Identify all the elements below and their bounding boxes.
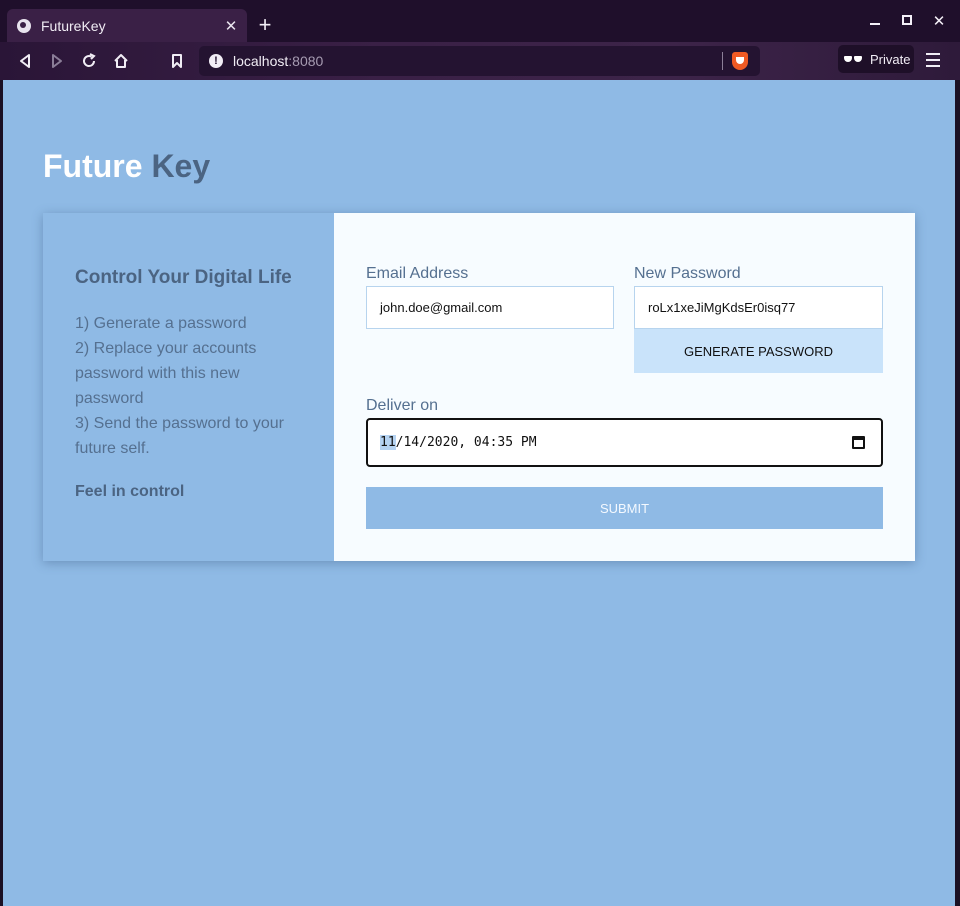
- window-border-right: [955, 80, 960, 906]
- address-bar[interactable]: ! localhost:8080: [199, 46, 760, 76]
- page-viewport: Future Key Control Your Digital Life 1) …: [3, 80, 955, 906]
- submit-button[interactable]: SUBMIT: [366, 487, 883, 529]
- tab-close-icon[interactable]: ✕: [223, 17, 239, 35]
- forward-icon: [52, 54, 62, 68]
- password-field[interactable]: roLx1xeJiMgKdsEr0isq77: [634, 286, 883, 329]
- password-label: New Password: [634, 265, 741, 282]
- window-maximize-button[interactable]: [898, 12, 916, 29]
- deliver-label: Deliver on: [366, 397, 439, 414]
- datetime-month-segment[interactable]: 11: [380, 435, 396, 450]
- brave-shield-icon[interactable]: [732, 52, 748, 70]
- back-icon: [20, 54, 30, 68]
- maximize-icon: [902, 15, 912, 25]
- reload-button[interactable]: [78, 50, 100, 72]
- new-tab-button[interactable]: +: [256, 12, 274, 38]
- email-label: Email Address: [366, 265, 469, 282]
- private-glasses-icon: [844, 56, 862, 62]
- generate-password-button[interactable]: GENERATE PASSWORD: [634, 329, 883, 373]
- info-footer: Feel in control: [75, 483, 185, 500]
- info-steps: 1) Generate a password 2) Replace your a…: [75, 311, 302, 461]
- window-minimize-button[interactable]: [866, 11, 884, 29]
- email-field[interactable]: john.doe@gmail.com: [366, 286, 614, 329]
- info-heading: Control Your Digital Life: [75, 267, 292, 288]
- step-item: 2) Replace your accounts password with t…: [75, 340, 257, 407]
- hamburger-menu-icon[interactable]: [926, 53, 940, 71]
- step-item: 3) Send the password to your future self…: [75, 415, 285, 457]
- home-icon: [114, 54, 128, 68]
- minimize-icon: [870, 23, 880, 25]
- browser-toolbar: ! localhost:8080 Private: [0, 42, 960, 80]
- deliver-datetime-input[interactable]: 11/14/2020, 04:35 PM: [366, 418, 883, 467]
- forward-button[interactable]: [46, 50, 68, 72]
- calendar-icon[interactable]: [852, 436, 865, 449]
- site-info-icon[interactable]: !: [209, 54, 223, 68]
- tab-futurekey[interactable]: FutureKey ✕: [7, 9, 247, 42]
- form-panel: Email Address john.doe@gmail.com New Pas…: [334, 213, 915, 561]
- private-window-button[interactable]: Private: [838, 45, 914, 73]
- reload-icon: [83, 53, 96, 67]
- step-item: 1) Generate a password: [75, 315, 247, 332]
- window-close-button[interactable]: ✕: [930, 12, 948, 30]
- tab-title: FutureKey: [41, 17, 106, 34]
- globe-icon: [17, 18, 31, 33]
- bookmark-icon: [172, 54, 182, 68]
- url-port: :8080: [288, 53, 324, 69]
- browser-chrome: FutureKey ✕ + ✕ ! localhost:8080 Privat…: [0, 0, 960, 80]
- back-button[interactable]: [14, 50, 36, 72]
- url-separator: [722, 52, 723, 70]
- home-button[interactable]: [110, 50, 132, 72]
- title-key: Key: [142, 148, 211, 184]
- datetime-rest[interactable]: /14/2020, 04:35 PM: [396, 435, 537, 450]
- url-host: localhost: [233, 53, 289, 69]
- page-title: Future Key: [43, 148, 210, 185]
- main-card: Control Your Digital Life 1) Generate a …: [43, 213, 915, 561]
- bookmark-button[interactable]: [166, 50, 188, 72]
- title-future: Future: [43, 148, 143, 184]
- private-label: Private: [870, 51, 911, 67]
- tab-strip: FutureKey ✕ + ✕: [0, 0, 960, 42]
- info-panel: Control Your Digital Life 1) Generate a …: [43, 213, 334, 561]
